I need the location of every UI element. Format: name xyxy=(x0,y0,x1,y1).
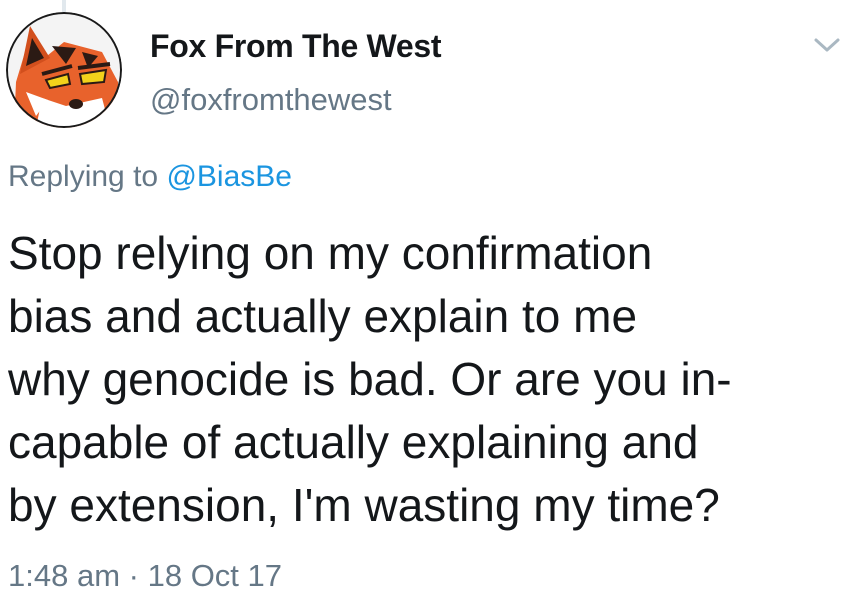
chevron-down-icon[interactable] xyxy=(812,34,842,56)
author-handle[interactable]: @foxfromthewest xyxy=(150,82,392,118)
replying-to-label: Replying to xyxy=(8,160,159,193)
replying-to-line: Replying to @BiasBe xyxy=(8,160,292,194)
fox-avatar-icon[interactable] xyxy=(6,12,122,128)
tweet-text: Stop relying on my confirmation bias and… xyxy=(8,227,732,531)
reply-mention-link[interactable]: @BiasBe xyxy=(166,160,292,193)
tweet-card: Fox From The West @foxfromthewest Replyi… xyxy=(0,0,851,600)
tweet-date: 18 Oct 17 xyxy=(147,558,283,593)
author-display-name[interactable]: Fox From The West xyxy=(150,28,442,65)
tweet-time: 1:48 am xyxy=(8,558,121,593)
tweet-timestamp[interactable]: 1:48 am · 18 Oct 17 xyxy=(8,558,282,594)
timestamp-separator: · xyxy=(128,558,139,593)
